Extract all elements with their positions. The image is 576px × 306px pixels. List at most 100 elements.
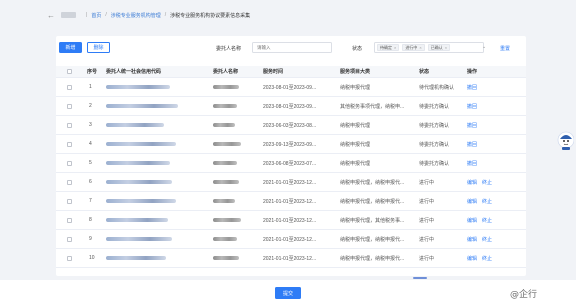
row-service-category: 纳税申报代理 — [340, 122, 371, 129]
horizontal-scrollbar[interactable] — [413, 277, 427, 279]
table-row: 4 2023-09-13至2023-09... 纳税申报代理 待委托方确认 撤回 — [56, 135, 526, 154]
breadcrumb-bar: ← | 首页 / 涉税专业服务机构管理 / 涉税专业服务机构协议要素信息采集 — [0, 0, 576, 30]
row-actions: 撤回 — [467, 78, 482, 96]
row-index: 8 — [89, 217, 92, 223]
table-row: 7 2021-01-01至2023-12... 纳税申报代理，纳税申报代... 进行中… — [56, 192, 526, 211]
redacted-credit-code — [106, 237, 172, 241]
row-checkbox[interactable] — [67, 141, 72, 147]
redacted-credit-code — [106, 199, 176, 203]
close-icon[interactable]: × — [445, 45, 447, 50]
client-name-input[interactable] — [252, 42, 332, 53]
row-status: 进行中 — [419, 236, 435, 243]
row-checkbox[interactable] — [67, 103, 72, 109]
redacted-client-name — [213, 199, 235, 203]
row-actions: 撤回 — [467, 116, 482, 134]
row-action-terminate[interactable]: 终止 — [482, 179, 492, 186]
row-status: 进行中 — [419, 217, 435, 224]
row-action-withdraw[interactable]: 撤回 — [467, 103, 477, 110]
row-actions: 编辑 终止 — [467, 192, 497, 210]
row-service-time: 2021-01-01至2023-12... — [263, 255, 317, 262]
row-checkbox[interactable] — [67, 255, 72, 261]
client-name-label: 委托人名称 — [216, 46, 242, 52]
row-checkbox[interactable] — [67, 198, 72, 204]
row-checkbox[interactable] — [67, 160, 72, 166]
row-action-withdraw[interactable]: 撤回 — [467, 141, 477, 148]
header-service-time: 服务时间 — [263, 69, 284, 75]
row-service-time: 2023-08-01至2023-09... — [263, 103, 317, 110]
reset-button[interactable]: 重置 — [500, 45, 510, 52]
breadcrumb-agency-management[interactable]: 涉税专业服务机构管理 — [111, 12, 161, 19]
row-action-edit[interactable]: 编辑 — [467, 179, 477, 186]
row-action-terminate[interactable]: 终止 — [482, 217, 492, 224]
row-checkbox[interactable] — [67, 122, 72, 128]
status-tag: 进行中 × — [402, 44, 425, 51]
row-checkbox[interactable] — [67, 179, 72, 185]
row-action-terminate[interactable]: 终止 — [482, 236, 492, 243]
row-status: 待委托方确认 — [419, 122, 450, 129]
row-actions: 编辑 终止 — [467, 211, 497, 229]
row-action-withdraw[interactable]: 撤回 — [467, 122, 477, 129]
watermark: @企行 — [510, 290, 538, 300]
table-row: 1 2023-08-01至2023-09... 纳税申报代理 待代理机构确认 撤回 — [56, 78, 526, 97]
chevron-down-icon[interactable]: ⌄ — [482, 44, 486, 50]
redacted-client-name — [213, 142, 241, 146]
row-action-terminate[interactable]: 终止 — [482, 255, 492, 262]
header-status: 状态 — [419, 69, 430, 75]
row-service-category: 纳税申报代理，纳税申报代... — [340, 179, 405, 186]
select-all-cell — [67, 66, 72, 77]
row-credit-code — [106, 97, 178, 115]
app-logo — [61, 12, 76, 18]
submit-button[interactable]: 提交 — [275, 287, 301, 299]
redacted-client-name — [213, 104, 237, 108]
row-status: 进行中 — [419, 179, 435, 186]
back-arrow-icon[interactable]: ← — [47, 11, 55, 20]
assistant-avatar-icon[interactable] — [556, 130, 574, 152]
status-select[interactable]: 待确定 × 进行中 × 已确认 × — [374, 42, 484, 53]
row-action-withdraw[interactable]: 撤回 — [467, 84, 477, 91]
status-label: 状态 — [352, 46, 363, 52]
header-index: 序号 — [87, 69, 98, 75]
breadcrumb-current: 涉税专业服务机构协议要素信息采集 — [170, 12, 251, 19]
row-action-edit[interactable]: 编辑 — [467, 198, 477, 205]
redacted-client-name — [213, 237, 237, 241]
close-icon[interactable]: × — [419, 45, 421, 50]
row-action-terminate[interactable]: 终止 — [482, 198, 492, 205]
row-service-time: 2023-06-03至2023-08... — [263, 122, 317, 129]
redacted-credit-code — [106, 256, 166, 260]
status-tag: 待确定 × — [377, 44, 400, 51]
row-service-time: 2021-01-01至2023-12... — [263, 236, 317, 243]
row-action-edit[interactable]: 编辑 — [467, 255, 477, 262]
row-client-name — [213, 116, 235, 134]
row-checkbox[interactable] — [67, 84, 72, 90]
redacted-client-name — [213, 85, 239, 89]
delete-button[interactable]: 删除 — [87, 42, 110, 53]
status-tag-label: 进行中 — [405, 44, 418, 50]
row-index: 9 — [89, 236, 92, 242]
row-index: 5 — [89, 160, 92, 166]
row-checkbox[interactable] — [67, 236, 72, 242]
row-select-cell — [67, 135, 72, 153]
row-service-category: 纳税申报代理，纳税申报代... — [340, 198, 405, 205]
row-select-cell — [67, 192, 72, 210]
header-client-name: 委托人名称 — [213, 69, 239, 75]
row-client-name — [213, 230, 237, 248]
row-client-name — [213, 249, 239, 267]
close-icon[interactable]: × — [394, 45, 396, 50]
row-action-edit[interactable]: 编辑 — [467, 236, 477, 243]
row-credit-code — [106, 211, 168, 229]
row-action-withdraw[interactable]: 撤回 — [467, 160, 477, 167]
row-action-edit[interactable]: 编辑 — [467, 217, 477, 224]
row-credit-code — [106, 192, 176, 210]
row-client-name — [213, 97, 237, 115]
redacted-client-name — [213, 218, 241, 222]
row-checkbox[interactable] — [67, 217, 72, 223]
row-credit-code — [106, 78, 170, 96]
redacted-credit-code — [106, 180, 172, 184]
row-actions: 撤回 — [467, 154, 482, 172]
status-tag: 已确认 × — [427, 44, 451, 51]
row-credit-code — [106, 135, 176, 153]
row-client-name — [213, 211, 241, 229]
add-button[interactable]: 新增 — [59, 42, 82, 53]
select-all-checkbox[interactable] — [67, 69, 72, 74]
breadcrumb-home[interactable]: 首页 — [91, 12, 101, 19]
